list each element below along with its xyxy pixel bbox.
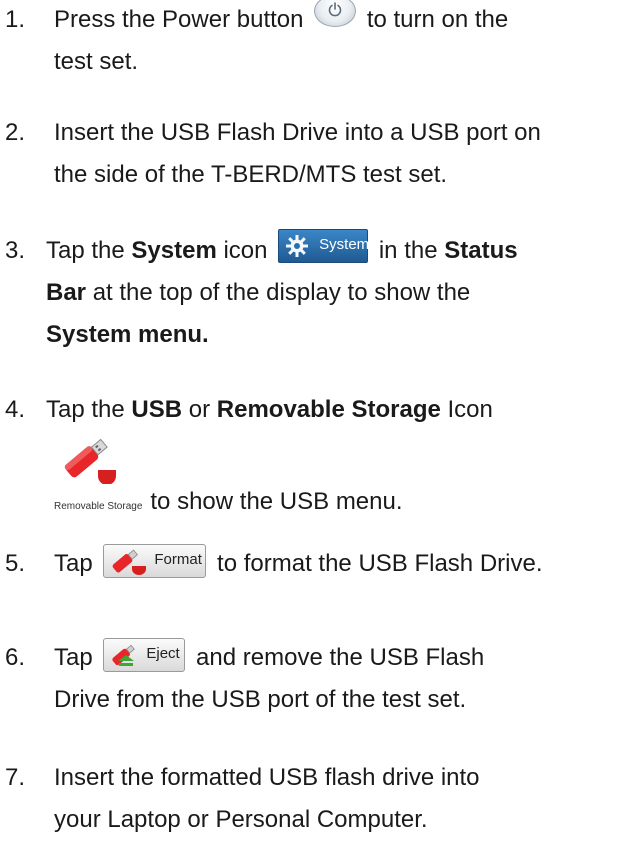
- step-number: 5.: [5, 550, 26, 577]
- step-number: 6.: [5, 644, 26, 671]
- power-icon: [314, 0, 357, 27]
- step-number: 1.: [5, 6, 26, 33]
- step-text: Drive from the USB port of the test set.: [54, 686, 467, 713]
- step-bold-text: System menu.: [46, 321, 209, 348]
- eject-button[interactable]: Eject: [103, 637, 186, 672]
- step-text: to show the USB menu.: [150, 488, 403, 515]
- system-button-icon: System: [278, 228, 370, 263]
- step-text: in the: [378, 237, 445, 264]
- step-text: and remove the USB Flash: [196, 644, 485, 671]
- eject-button-label: Eject: [146, 644, 180, 662]
- step-text: to turn on the: [366, 6, 509, 33]
- step-bold-text: System: [131, 237, 217, 264]
- step-text: Insert the USB Flash Drive into a USB po…: [54, 119, 541, 146]
- step-number: 2.: [5, 119, 26, 146]
- step-text: Tap: [54, 550, 93, 577]
- step-text: or: [182, 396, 217, 423]
- format-button-label: Format: [154, 550, 202, 568]
- system-icon-label: System: [319, 235, 370, 253]
- step-text: to format the USB Flash Drive.: [217, 550, 543, 577]
- gear-icon: [286, 234, 309, 257]
- step-text: Icon: [440, 396, 493, 423]
- step-number: 4.: [5, 396, 26, 423]
- step-number: 3.: [5, 237, 26, 264]
- step-bold-text: Bar: [46, 279, 87, 306]
- usb-drive-icon: [64, 438, 116, 484]
- step-text: at the top of the display to show the: [86, 279, 471, 306]
- step-number: 7.: [5, 764, 26, 791]
- step-bold-text: Status: [444, 237, 518, 264]
- usb-eject-icon: [112, 644, 136, 666]
- step-text: your Laptop or Personal Computer.: [54, 806, 428, 833]
- step-text: Press the Power button: [54, 6, 304, 33]
- step-text: icon: [216, 237, 268, 264]
- format-button[interactable]: Format: [103, 543, 207, 578]
- step-text: Tap the: [46, 237, 132, 264]
- step-text: the side of the T-BERD/MTS test set.: [54, 161, 448, 188]
- usb-format-icon: [112, 549, 147, 575]
- step-bold-text: Removable Storage: [216, 396, 441, 423]
- step-text: Tap the: [46, 396, 132, 423]
- step-text: test set.: [54, 48, 139, 75]
- step-text: Insert the formatted USB flash drive int…: [54, 764, 480, 791]
- step-text: Tap: [54, 644, 93, 671]
- removable-storage-label: Removable Storage: [54, 501, 143, 512]
- step-bold-text: USB: [131, 396, 183, 423]
